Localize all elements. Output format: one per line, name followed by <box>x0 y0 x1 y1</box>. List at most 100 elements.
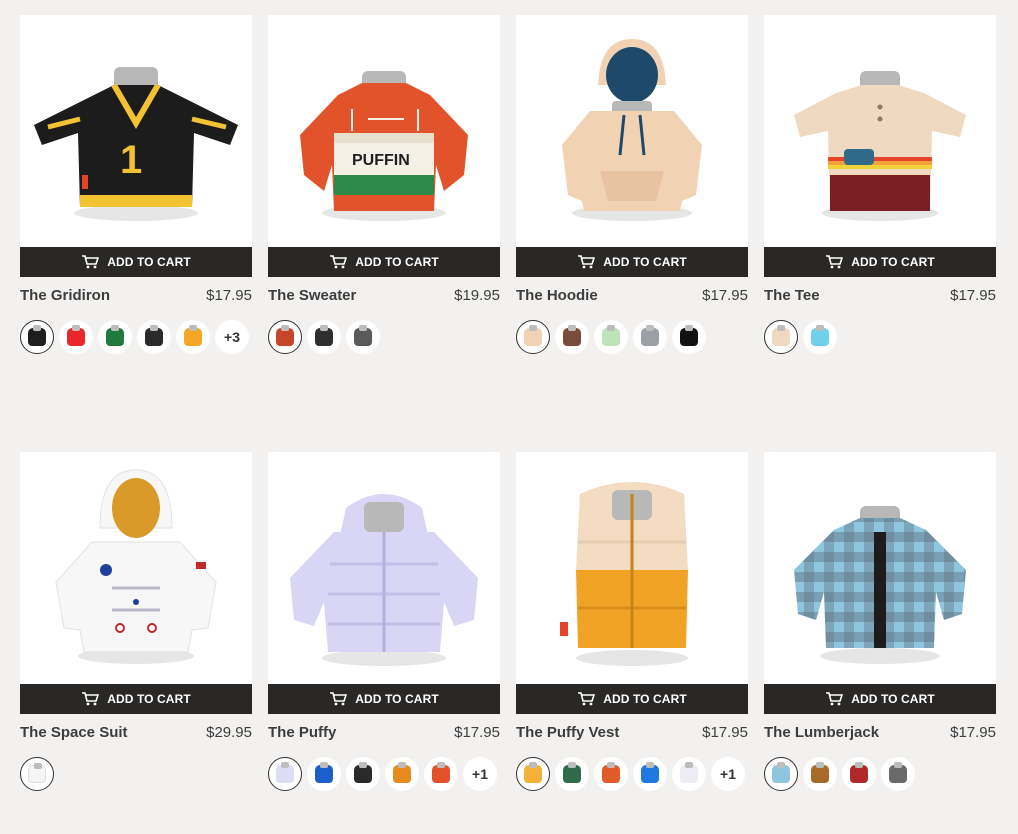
product-name[interactable]: The Hoodie <box>516 287 598 304</box>
color-swatch[interactable] <box>268 320 302 354</box>
more-colors-button[interactable]: +1 <box>463 757 497 791</box>
product-price: $17.95 <box>454 723 500 741</box>
color-swatch[interactable] <box>424 757 458 791</box>
product-card: ADD TO CART The Puffy Vest $17.95 +1 <box>516 452 748 834</box>
color-swatches <box>516 320 748 354</box>
cart-icon <box>82 255 100 269</box>
product-price: $17.95 <box>950 723 996 741</box>
product-image[interactable] <box>516 452 748 684</box>
color-swatch[interactable] <box>633 757 667 791</box>
cart-icon <box>826 255 844 269</box>
color-swatches: +1 <box>268 757 500 791</box>
product-image[interactable] <box>20 452 252 684</box>
color-swatch[interactable] <box>594 320 628 354</box>
color-swatch[interactable] <box>20 320 54 354</box>
product-name[interactable]: The Sweater <box>268 287 356 304</box>
color-swatch[interactable] <box>803 320 837 354</box>
color-swatches <box>764 320 996 354</box>
product-image[interactable] <box>516 15 748 247</box>
color-swatch[interactable] <box>842 757 876 791</box>
color-swatch[interactable] <box>176 320 210 354</box>
color-swatch[interactable] <box>516 320 550 354</box>
product-card: ADD TO CART The Lumberjack $17.95 <box>764 452 996 834</box>
add-to-cart-label: ADD TO CART <box>355 255 439 269</box>
add-to-cart-label: ADD TO CART <box>603 255 687 269</box>
product-image[interactable] <box>764 452 996 684</box>
svg-text:1: 1 <box>120 138 142 182</box>
add-to-cart-button[interactable]: ADD TO CART <box>268 684 500 714</box>
color-swatch[interactable] <box>672 757 706 791</box>
color-swatch[interactable] <box>764 320 798 354</box>
cart-icon <box>330 692 348 706</box>
color-swatch[interactable] <box>346 320 380 354</box>
add-to-cart-label: ADD TO CART <box>851 255 935 269</box>
product-card: 1 ADD TO CART The Gridiron $17.95 +3 <box>20 15 252 452</box>
color-swatch[interactable] <box>555 320 589 354</box>
product-price: $17.95 <box>950 286 996 304</box>
add-to-cart-button[interactable]: ADD TO CART <box>516 684 748 714</box>
add-to-cart-label: ADD TO CART <box>355 692 439 706</box>
cart-icon <box>578 255 596 269</box>
color-swatch[interactable] <box>20 757 54 791</box>
cart-icon <box>82 692 100 706</box>
product-name[interactable]: The Space Suit <box>20 724 128 741</box>
product-price: $17.95 <box>206 286 252 304</box>
color-swatch[interactable] <box>268 757 302 791</box>
add-to-cart-button[interactable]: ADD TO CART <box>20 247 252 277</box>
more-colors-button[interactable]: +1 <box>711 757 745 791</box>
color-swatch[interactable] <box>881 757 915 791</box>
cart-icon <box>330 255 348 269</box>
color-swatch[interactable] <box>516 757 550 791</box>
color-swatch[interactable] <box>98 320 132 354</box>
color-swatches <box>20 757 252 791</box>
color-swatch[interactable] <box>633 320 667 354</box>
color-swatch[interactable] <box>555 757 589 791</box>
cart-icon <box>826 692 844 706</box>
product-price: $29.95 <box>206 723 252 741</box>
product-price: $17.95 <box>702 286 748 304</box>
color-swatch[interactable] <box>346 757 380 791</box>
product-name[interactable]: The Puffy <box>268 724 336 741</box>
color-swatches: +1 <box>516 757 748 791</box>
add-to-cart-button[interactable]: ADD TO CART <box>764 247 996 277</box>
product-grid: 1 ADD TO CART The Gridiron $17.95 +3 PUF… <box>20 15 996 834</box>
product-card: ADD TO CART The Puffy $17.95 +1 <box>268 452 500 834</box>
color-swatch[interactable] <box>594 757 628 791</box>
color-swatches: +3 <box>20 320 252 354</box>
color-swatch[interactable] <box>803 757 837 791</box>
add-to-cart-label: ADD TO CART <box>851 692 935 706</box>
add-to-cart-button[interactable]: ADD TO CART <box>268 247 500 277</box>
product-name[interactable]: The Tee <box>764 287 820 304</box>
cart-icon <box>578 692 596 706</box>
color-swatch[interactable] <box>59 320 93 354</box>
add-to-cart-label: ADD TO CART <box>107 692 191 706</box>
color-swatches <box>764 757 996 791</box>
more-colors-button[interactable]: +3 <box>215 320 249 354</box>
color-swatch[interactable] <box>307 757 341 791</box>
add-to-cart-button[interactable]: ADD TO CART <box>20 684 252 714</box>
color-swatch[interactable] <box>137 320 171 354</box>
product-name[interactable]: The Puffy Vest <box>516 724 619 741</box>
add-to-cart-button[interactable]: ADD TO CART <box>764 684 996 714</box>
svg-text:PUFFIN: PUFFIN <box>352 152 410 169</box>
color-swatch[interactable] <box>764 757 798 791</box>
product-card: ADD TO CART The Space Suit $29.95 <box>20 452 252 834</box>
color-swatch[interactable] <box>672 320 706 354</box>
product-name[interactable]: The Lumberjack <box>764 724 879 741</box>
product-price: $19.95 <box>454 286 500 304</box>
product-image[interactable]: 1 <box>20 15 252 247</box>
color-swatch[interactable] <box>385 757 419 791</box>
product-image[interactable] <box>268 452 500 684</box>
product-card: ADD TO CART The Tee $17.95 <box>764 15 996 452</box>
add-to-cart-label: ADD TO CART <box>107 255 191 269</box>
product-card: PUFFIN ADD TO CART The Sweater $19.95 <box>268 15 500 452</box>
color-swatch[interactable] <box>307 320 341 354</box>
product-name[interactable]: The Gridiron <box>20 287 110 304</box>
product-image[interactable] <box>764 15 996 247</box>
add-to-cart-label: ADD TO CART <box>603 692 687 706</box>
add-to-cart-button[interactable]: ADD TO CART <box>516 247 748 277</box>
product-card: ADD TO CART The Hoodie $17.95 <box>516 15 748 452</box>
product-price: $17.95 <box>702 723 748 741</box>
product-image[interactable]: PUFFIN <box>268 15 500 247</box>
color-swatches <box>268 320 500 354</box>
